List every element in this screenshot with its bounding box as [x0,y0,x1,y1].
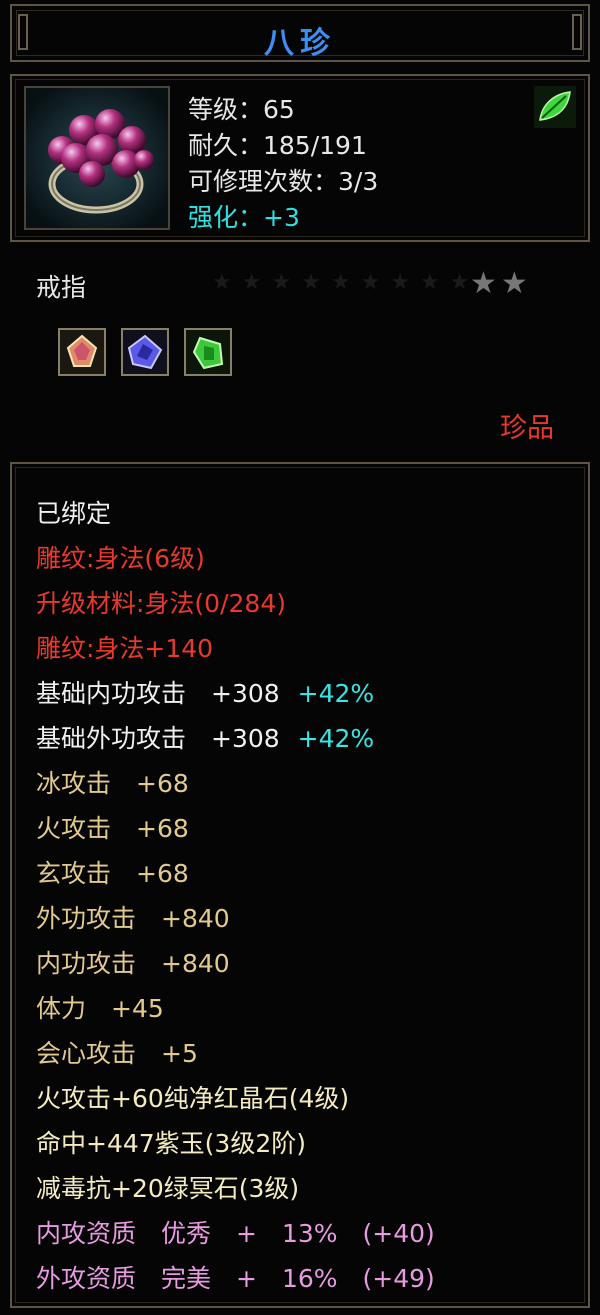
repair-count-stat: 可修理次数：3/3 [188,167,379,196]
bound-status: 已绑定 [36,499,112,528]
title-bar: 八珍 [10,4,590,62]
outer-attack-line: 外功攻击 +840 [36,904,230,933]
red-gem-icon [58,328,106,376]
crit-attack-line: 会心攻击 +5 [36,1039,198,1068]
base-outer-attack-value: 基础外功攻击 +308 [36,724,280,753]
item-name: 八珍 [264,26,336,61]
gem-purple-jade-line: 命中+447紫玉(3级2阶) [36,1129,306,1158]
enhance-stat: 强化：+3 [188,203,300,232]
inner-attack-line: 内功攻击 +840 [36,949,230,978]
green-gem-icon [184,328,232,376]
upgrade-material-line: 升级材料:身法(0/284) [36,589,286,618]
stamina-line: 体力 +45 [36,994,164,1023]
item-header: 等级：65 耐久：185/191 可修理次数：3/3 强化：+3 [10,74,590,242]
gem-green-stone-line: 减毒抗+20绿冥石(3级) [36,1174,300,1203]
inner-quality-line: 内攻资质 优秀 + 13% (+40) [36,1219,435,1248]
item-type-section: 戒指 ★★★★★★★★★ ★★ 珍品 [0,248,600,460]
carving-line: 雕纹:身法(6级) [36,544,205,573]
base-inner-attack-percent: +42% [297,679,375,708]
mystic-attack-line: 玄攻击 +68 [36,859,189,888]
green-leaf-icon [534,86,576,128]
empty-star-slots: ★★★★★★★★★ [212,270,480,295]
item-tooltip: 八珍 等级：65 耐久：185/191 可修理次数：3/3 强化：+3 戒指 ★… [0,0,600,1315]
ice-attack-line: 冰攻击 +68 [36,769,189,798]
base-outer-attack-percent: +42% [297,724,375,753]
rarity-label: 珍品 [500,413,554,444]
fire-attack-line: 火攻击 +68 [36,814,189,843]
item-type: 戒指 [36,273,87,302]
gem-fire-line: 火攻击+60纯净红晶石(4级) [36,1084,350,1113]
outer-quality-line: 外攻资质 完美 + 16% (+49) [36,1264,435,1293]
attributes-panel: 已绑定 雕纹:身法(6级) 升级材料:身法(0/284) 雕纹:身法+140 基… [10,462,590,1308]
durability-stat: 耐久：185/191 [188,131,367,160]
base-inner-attack-line: 基础内功攻击 +308 +42% [36,674,374,710]
blue-gem-icon [121,328,169,376]
base-inner-attack-value: 基础内功攻击 +308 [36,679,280,708]
star-rating: ★★ [470,266,532,301]
purple-pearl-ring-icon [26,88,168,228]
carving-bonus-line: 雕纹:身法+140 [36,634,214,663]
item-icon-frame [24,86,170,230]
base-outer-attack-line: 基础外功攻击 +308 +42% [36,719,374,755]
level-stat: 等级：65 [188,95,295,124]
